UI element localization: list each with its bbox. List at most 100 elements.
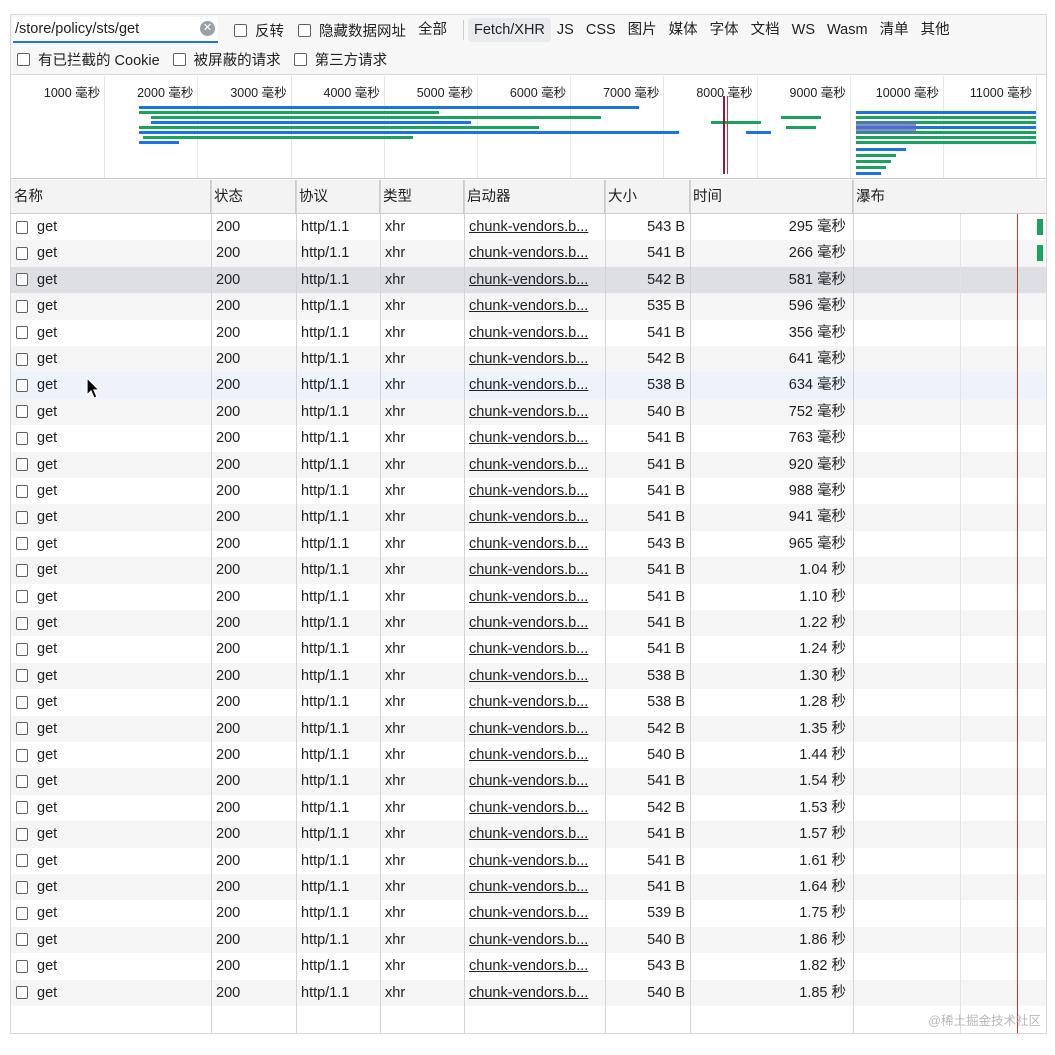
request-name-cell[interactable]: get [16, 716, 211, 742]
request-row[interactable]: get 200 http/1.1 xhr chunk-vendors.b... 541 B… [11, 636, 1046, 662]
checkbox-box[interactable] [17, 53, 30, 66]
initiator-link[interactable]: chunk-vendors.b... [469, 504, 604, 530]
request-row[interactable]: get 200 http/1.1 xhr chunk-vendors.b... 540 B… [11, 979, 1046, 1006]
request-name-cell[interactable]: get [16, 663, 211, 689]
initiator-link[interactable]: chunk-vendors.b... [469, 716, 604, 742]
request-name-cell[interactable]: get [16, 584, 211, 610]
request-name-cell[interactable]: get [16, 504, 211, 530]
blocked-requests-checkbox[interactable]: 被屏蔽的请求 [172, 49, 281, 70]
initiator-link[interactable]: chunk-vendors.b... [469, 768, 604, 794]
initiator-link[interactable]: chunk-vendors.b... [469, 399, 604, 425]
initiator-link[interactable]: chunk-vendors.b... [469, 293, 604, 319]
request-row[interactable]: get 200 http/1.1 xhr chunk-vendors.b... 541 B… [11, 848, 1046, 874]
request-name-cell[interactable]: get [16, 214, 211, 240]
initiator-link[interactable]: chunk-vendors.b... [469, 953, 604, 979]
initiator-link[interactable]: chunk-vendors.b... [469, 425, 604, 451]
request-row[interactable]: get 200 http/1.1 xhr chunk-vendors.b... 542 B… [11, 346, 1046, 373]
request-name-cell[interactable]: get [16, 900, 211, 926]
request-name-cell[interactable]: get [16, 742, 211, 768]
column-divider[interactable] [380, 180, 381, 1033]
request-row[interactable]: get 200 http/1.1 xhr chunk-vendors.b... 541 B… [11, 610, 1046, 637]
request-name-cell[interactable]: get [16, 399, 211, 425]
type-filter-8[interactable]: WS [786, 18, 821, 42]
request-name-cell[interactable]: get [16, 874, 211, 900]
request-name-cell[interactable]: get [16, 531, 211, 557]
request-row[interactable]: get 200 http/1.1 xhr chunk-vendors.b... 541 B… [11, 874, 1046, 901]
request-row[interactable]: get 200 http/1.1 xhr chunk-vendors.b... 541 B… [11, 821, 1046, 848]
request-name-cell[interactable]: get [16, 478, 211, 504]
request-row[interactable]: get 200 http/1.1 xhr chunk-vendors.b... 540 B… [11, 398, 1046, 426]
initiator-link[interactable]: chunk-vendors.b... [469, 531, 604, 557]
request-name-cell[interactable]: get [16, 557, 211, 583]
column-header-size[interactable]: 大小 [605, 180, 690, 214]
initiator-link[interactable]: chunk-vendors.b... [469, 452, 604, 478]
request-row[interactable]: get 200 http/1.1 xhr chunk-vendors.b... 541 B… [11, 584, 1046, 610]
checkbox-box[interactable] [234, 23, 247, 37]
type-filter-6[interactable]: 字体 [704, 18, 745, 42]
request-row[interactable]: get 200 http/1.1 xhr chunk-vendors.b... 541 B… [11, 768, 1046, 795]
request-row[interactable]: get 200 http/1.1 xhr chunk-vendors.b... 543 B… [11, 531, 1046, 557]
column-divider[interactable] [690, 180, 691, 1033]
initiator-link[interactable]: chunk-vendors.b... [469, 346, 604, 372]
request-name-cell[interactable]: get [16, 452, 211, 478]
initiator-link[interactable]: chunk-vendors.b... [469, 742, 604, 768]
request-row[interactable]: get 200 http/1.1 xhr chunk-vendors.b... 539 B… [11, 900, 1046, 926]
type-filter-4[interactable]: 图片 [622, 18, 663, 42]
request-row[interactable]: get 200 http/1.1 xhr chunk-vendors.b... 541 B… [11, 557, 1046, 584]
initiator-link[interactable]: chunk-vendors.b... [469, 900, 604, 926]
type-filter-7[interactable]: 文档 [745, 18, 786, 42]
request-name-cell[interactable]: get [16, 240, 211, 266]
request-name-cell[interactable]: get [16, 320, 211, 346]
initiator-link[interactable]: chunk-vendors.b... [469, 795, 604, 821]
initiator-link[interactable]: chunk-vendors.b... [469, 610, 604, 636]
request-row[interactable]: get 200 http/1.1 xhr chunk-vendors.b... 541 B… [11, 478, 1046, 504]
request-row[interactable]: get 200 http/1.1 xhr chunk-vendors.b... 540 B… [11, 742, 1046, 768]
request-row[interactable]: get 200 http/1.1 xhr chunk-vendors.b... 541 B… [11, 504, 1046, 531]
checkbox-box[interactable] [298, 23, 311, 37]
initiator-link[interactable]: chunk-vendors.b... [469, 980, 604, 1006]
request-name-cell[interactable]: get [16, 267, 211, 293]
request-row[interactable]: get 200 http/1.1 xhr chunk-vendors.b... 541 B… [11, 451, 1046, 478]
initiator-link[interactable]: chunk-vendors.b... [469, 636, 604, 662]
type-filter-3[interactable]: CSS [580, 18, 622, 42]
request-row[interactable]: get 200 http/1.1 xhr chunk-vendors.b... 543 B… [11, 214, 1046, 240]
third-party-checkbox[interactable]: 第三方请求 [293, 49, 387, 70]
initiator-link[interactable]: chunk-vendors.b... [469, 320, 604, 346]
type-filter-2[interactable]: JS [551, 18, 580, 42]
column-divider[interactable] [211, 180, 212, 1033]
type-filter-11[interactable]: 其他 [915, 18, 956, 42]
request-name-cell[interactable]: get [16, 689, 211, 715]
request-name-cell[interactable]: get [16, 636, 211, 662]
column-header-status[interactable]: 状态 [211, 180, 296, 214]
column-header-protocol[interactable]: 协议 [296, 180, 380, 214]
initiator-link[interactable]: chunk-vendors.b... [469, 267, 604, 293]
request-row[interactable]: get 200 http/1.1 xhr chunk-vendors.b... 542 B… [11, 266, 1046, 294]
request-name-cell[interactable]: get [16, 927, 211, 953]
request-name-cell[interactable]: get [16, 795, 211, 821]
request-row[interactable]: get 200 http/1.1 xhr chunk-vendors.b... 538 B… [11, 689, 1046, 715]
initiator-link[interactable]: chunk-vendors.b... [469, 557, 604, 583]
column-header-initiator[interactable]: 启动器 [464, 180, 605, 214]
request-name-cell[interactable]: get [16, 821, 211, 847]
column-header-waterfall[interactable]: 瀑布 [853, 180, 1046, 214]
request-name-cell[interactable]: get [16, 768, 211, 794]
timeline-overview[interactable]: 1000 毫秒 2000 毫秒 3000 毫秒 4000 毫秒 5000 毫秒 6000 … [11, 76, 1046, 179]
request-row[interactable]: get 200 http/1.1 xhr chunk-vendors.b... 543 B… [11, 953, 1046, 979]
request-name-cell[interactable]: get [16, 848, 211, 874]
request-row[interactable]: get 200 http/1.1 xhr chunk-vendors.b... 535 B… [11, 293, 1046, 320]
initiator-link[interactable]: chunk-vendors.b... [469, 584, 604, 610]
column-header-type[interactable]: 类型 [380, 180, 464, 214]
filter-input[interactable] [13, 21, 193, 37]
initiator-link[interactable]: chunk-vendors.b... [469, 240, 604, 266]
request-name-cell[interactable]: get [16, 293, 211, 319]
initiator-link[interactable]: chunk-vendors.b... [469, 372, 604, 398]
request-row[interactable]: get 200 http/1.1 xhr chunk-vendors.b... 542 B… [11, 715, 1046, 742]
request-row[interactable]: get 200 http/1.1 xhr chunk-vendors.b... 538 B… [11, 372, 1046, 399]
request-name-cell[interactable]: get [16, 980, 211, 1006]
request-name-cell[interactable]: get [16, 346, 211, 372]
type-filter-10[interactable]: 清单 [874, 18, 915, 42]
request-row[interactable]: get 200 http/1.1 xhr chunk-vendors.b... 541 B… [11, 320, 1046, 346]
filter-box[interactable]: ✕ [13, 17, 218, 43]
column-header-time[interactable]: 时间 [690, 180, 853, 214]
request-row[interactable]: get 200 http/1.1 xhr chunk-vendors.b... 541 B… [11, 240, 1046, 267]
